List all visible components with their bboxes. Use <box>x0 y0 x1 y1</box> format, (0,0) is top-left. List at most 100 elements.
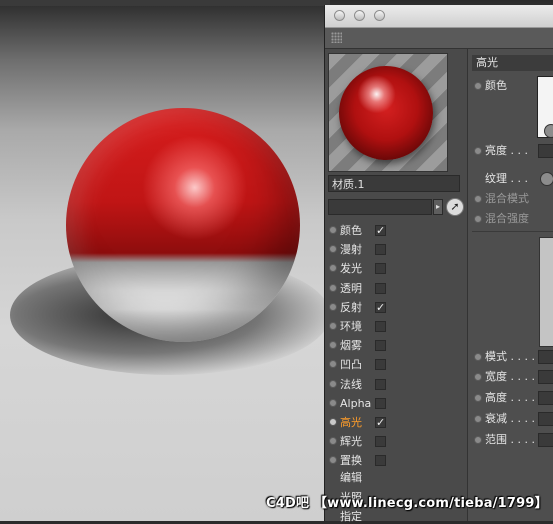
color-picker-icon[interactable] <box>544 124 553 138</box>
texture-row[interactable]: 纹理 . . . <box>468 170 553 188</box>
channel-specular[interactable]: 高光 ✓ <box>325 413 467 432</box>
blend-mode-label: 混合模式 <box>485 192 529 205</box>
channel-label: Alpha <box>340 396 372 410</box>
channel-dot-icon[interactable] <box>329 437 337 446</box>
section-title: 高光 <box>472 55 553 71</box>
channel-transparency[interactable]: 透明 <box>325 279 467 298</box>
channel-checkbox[interactable] <box>375 436 386 448</box>
channel-environment[interactable]: 环境 <box>325 317 467 336</box>
channel-label: 凹凸 <box>340 358 362 372</box>
color-label: 颜色 <box>485 79 507 92</box>
range-label: 范围 . . . . <box>485 433 535 446</box>
minimize-window-button[interactable] <box>354 10 365 21</box>
channel-dot-icon[interactable] <box>329 264 337 273</box>
falloff-input[interactable] <box>538 412 553 426</box>
mode-label: 模式 . . . . <box>485 350 535 363</box>
channel-dot-icon[interactable] <box>329 321 337 330</box>
channel-label: 烟雾 <box>340 339 362 353</box>
channel-diffusion[interactable]: 漫射 <box>325 240 467 259</box>
brightness-label: 亮度 . . . <box>485 144 528 157</box>
channel-dot-icon[interactable] <box>329 245 337 254</box>
channel-dot-icon[interactable] <box>329 341 337 350</box>
width-label: 宽度 . . . . <box>485 370 535 383</box>
width-row[interactable]: 宽度 . . . . <box>468 368 553 386</box>
channel-dot-icon[interactable] <box>329 360 337 369</box>
channel-checkbox[interactable] <box>375 455 386 467</box>
channel-bump[interactable]: 凹凸 <box>325 355 467 374</box>
editor-tab[interactable]: 编辑 <box>340 469 362 485</box>
channel-label: 漫射 <box>340 243 362 257</box>
preview-sphere <box>339 66 433 160</box>
channel-dot-icon[interactable] <box>329 456 337 465</box>
keyframe-dot-icon[interactable] <box>474 215 482 223</box>
channel-checkbox[interactable] <box>375 397 386 409</box>
channel-label: 置换 <box>340 454 362 468</box>
texture-menu-icon[interactable] <box>540 172 553 186</box>
channel-normal[interactable]: 法线 <box>325 375 467 394</box>
blend-strength-row[interactable]: 混合强度 <box>468 210 553 228</box>
range-input[interactable] <box>538 433 553 447</box>
keyframe-dot-icon[interactable] <box>474 373 482 381</box>
grip-icon[interactable] <box>331 32 342 43</box>
channel-list: 颜色 ✓ 漫射 发光 透明 反射 ✓ 环境 烟雾 凹凸 法线 Alpha 高光 … <box>325 221 467 470</box>
channel-fog[interactable]: 烟雾 <box>325 336 467 355</box>
channel-checkbox[interactable] <box>375 244 386 256</box>
mode-row[interactable]: 模式 . . . . <box>468 348 553 366</box>
channel-checkbox[interactable]: ✓ <box>375 301 386 313</box>
height-row[interactable]: 高度 . . . . <box>468 389 553 407</box>
channel-luminance[interactable]: 发光 <box>325 259 467 278</box>
material-channel-column: 材质.1 ▸ ➚ 颜色 ✓ 漫射 发光 透明 反射 ✓ 环境 烟雾 凹凸 法线 … <box>325 49 468 523</box>
keyframe-dot-icon[interactable] <box>474 394 482 402</box>
keyframe-dot-icon[interactable] <box>474 436 482 444</box>
channel-checkbox[interactable] <box>375 282 386 294</box>
height-input[interactable] <box>538 391 553 405</box>
watermark-text: C4D吧 【www.linecg.com/tieba/1799】 <box>266 496 548 511</box>
material-name-field[interactable]: 材质.1 <box>328 175 460 192</box>
channel-label: 高光 <box>340 415 362 429</box>
blend-strength-label: 混合强度 <box>485 212 529 225</box>
channel-alpha[interactable]: Alpha <box>325 394 467 413</box>
zoom-window-button[interactable] <box>374 10 385 21</box>
channel-color[interactable]: 颜色 ✓ <box>325 221 467 240</box>
mode-select[interactable] <box>538 350 553 364</box>
channel-displacement[interactable]: 置换 <box>325 451 467 470</box>
channel-checkbox[interactable]: ✓ <box>375 225 386 236</box>
height-label: 高度 . . . . <box>485 391 535 404</box>
keyframe-dot-icon[interactable] <box>474 82 482 90</box>
brightness-row[interactable]: 亮度 . . . <box>468 142 553 160</box>
channel-checkbox[interactable] <box>375 378 386 390</box>
channel-checkbox[interactable] <box>375 340 386 352</box>
channel-dot-icon[interactable] <box>329 398 337 407</box>
keyframe-dot-icon[interactable] <box>474 415 482 423</box>
keyframe-dot-icon[interactable] <box>474 147 482 155</box>
channel-checkbox[interactable]: ✓ <box>375 416 386 428</box>
channel-dot-icon[interactable] <box>329 379 337 388</box>
channel-dot-icon[interactable] <box>329 283 337 292</box>
window-titlebar[interactable] <box>325 5 553 28</box>
pick-arrow-icon[interactable]: ➚ <box>446 198 464 216</box>
channel-glow[interactable]: 辉光 <box>325 432 467 451</box>
close-window-button[interactable] <box>334 10 345 21</box>
channel-checkbox[interactable] <box>375 359 386 371</box>
keyframe-dot-icon[interactable] <box>474 195 482 203</box>
material-path-field[interactable] <box>328 199 432 215</box>
channel-label: 颜色 <box>340 224 362 237</box>
width-input[interactable] <box>538 370 553 384</box>
channel-checkbox[interactable] <box>375 263 386 275</box>
blend-mode-row[interactable]: 混合模式 <box>468 190 553 208</box>
section-divider <box>472 231 553 232</box>
material-preview[interactable] <box>328 53 448 172</box>
channel-label: 反射 <box>340 300 362 314</box>
specular-curve-preview <box>539 237 553 347</box>
channel-dot-icon[interactable] <box>329 302 337 311</box>
channel-dot-icon[interactable] <box>329 226 337 234</box>
brightness-input[interactable] <box>538 144 553 158</box>
channel-checkbox[interactable] <box>375 320 386 332</box>
red-sphere-render <box>66 108 300 342</box>
channel-dot-icon[interactable] <box>329 417 337 426</box>
range-row[interactable]: 范围 . . . . <box>468 431 553 449</box>
falloff-row[interactable]: 衰减 . . . . <box>468 410 553 428</box>
keyframe-dot-icon[interactable] <box>474 353 482 361</box>
channel-reflection[interactable]: 反射 ✓ <box>325 298 467 317</box>
path-dropdown-button[interactable]: ▸ <box>433 199 443 215</box>
